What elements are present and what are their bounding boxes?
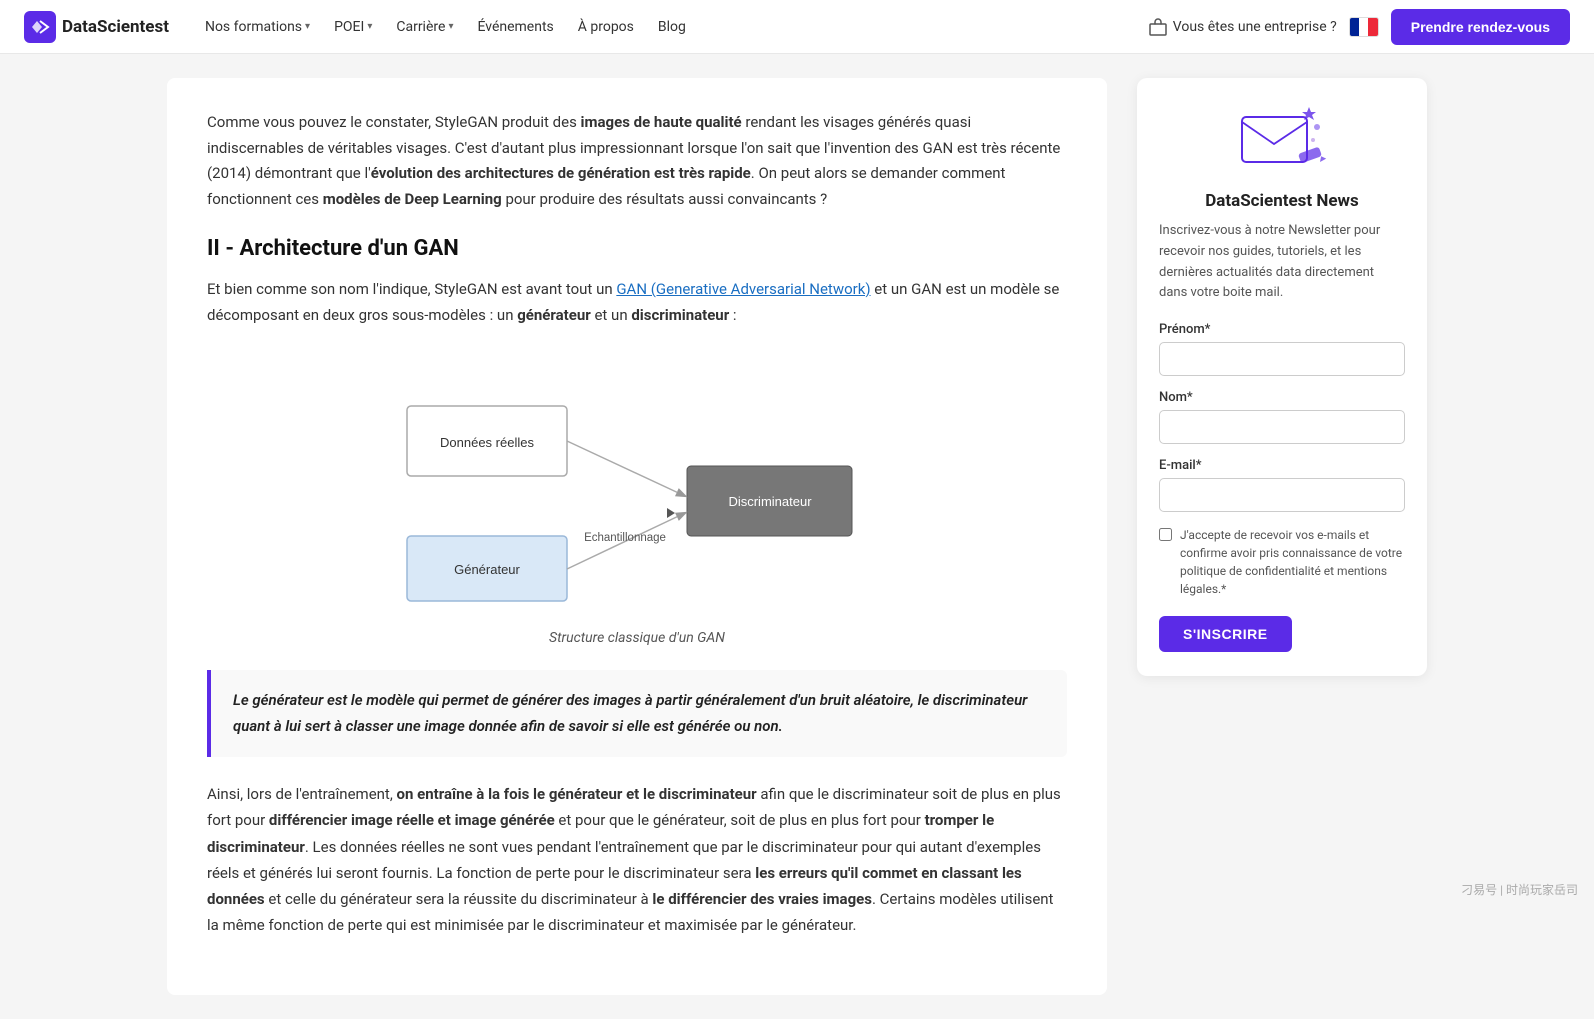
- chevron-down-icon: ▾: [367, 21, 372, 32]
- chevron-down-icon: ▾: [305, 21, 310, 32]
- prenom-group: Prénom*: [1159, 322, 1405, 376]
- logo-icon: [24, 11, 56, 43]
- bold-differencier-vraies: le différencier des vraies images: [652, 890, 872, 908]
- svg-text:Données réelles: Données réelles: [440, 435, 534, 450]
- nav-item-formations[interactable]: Nos formations ▾: [195, 13, 320, 41]
- nom-group: Nom*: [1159, 390, 1405, 444]
- sidebar: DataScientest News Inscrivez-vous à notr…: [1137, 78, 1427, 995]
- nom-label: Nom*: [1159, 390, 1405, 405]
- main-content: Comme vous pouvez le constater, StyleGAN…: [167, 78, 1107, 995]
- section2-title: II - Architecture d'un GAN: [207, 236, 1067, 261]
- nav-item-evenements[interactable]: Événements: [467, 13, 563, 41]
- logo-text: DataScientest: [62, 17, 169, 37]
- watermark-text: 刁易号 | 时尚玩家岳司: [1461, 881, 1578, 898]
- nav-item-apropos[interactable]: À propos: [568, 13, 644, 41]
- bold-differencier: différencier image réelle et image génér…: [269, 811, 555, 829]
- gan-link[interactable]: GAN (Generative Adversarial Network): [616, 280, 870, 298]
- enterprise-icon: [1149, 18, 1167, 36]
- intro-paragraph: Comme vous pouvez le constater, StyleGAN…: [207, 110, 1067, 212]
- gan-diagram: Données réelles Générateur Discriminateu…: [377, 356, 897, 616]
- bold-discriminateur: discriminateur: [631, 306, 729, 324]
- consent-checkbox[interactable]: [1159, 528, 1172, 541]
- logo[interactable]: DataScientest: [24, 11, 169, 43]
- enterprise-link[interactable]: Vous êtes une entreprise ?: [1149, 18, 1337, 36]
- svg-text:Générateur: Générateur: [454, 562, 520, 577]
- body-paragraph: Ainsi, lors de l'entraînement, on entraî…: [207, 781, 1067, 939]
- chevron-down-icon: ▾: [448, 21, 453, 32]
- email-input[interactable]: [1159, 478, 1405, 512]
- quote-text: Le générateur est le modèle qui permet d…: [233, 691, 1027, 735]
- diagram-svg-wrapper: Données réelles Générateur Discriminateu…: [377, 356, 897, 620]
- prenom-input[interactable]: [1159, 342, 1405, 376]
- subscribe-button[interactable]: S'INSCRIRE: [1159, 616, 1292, 652]
- email-label: E-mail*: [1159, 458, 1405, 473]
- diagram-caption: Structure classique d'un GAN: [549, 630, 725, 646]
- newsletter-title: DataScientest News: [1159, 191, 1405, 211]
- nav-links: Nos formations ▾ POEI ▾ Carrière ▾ Événe…: [195, 13, 1141, 41]
- bold-entraine: on entraîne à la fois le générateur et l…: [397, 785, 757, 803]
- enterprise-label: Vous êtes une entreprise ?: [1173, 19, 1337, 35]
- consent-label: J'accepte de recevoir vos e-mails et con…: [1180, 526, 1405, 598]
- email-group: E-mail*: [1159, 458, 1405, 512]
- watermark: 刁易号 | 时尚玩家岳司: [1461, 881, 1578, 898]
- consent-row: J'accepte de recevoir vos e-mails et con…: [1159, 526, 1405, 598]
- nav-right: Vous êtes une entreprise ? Prendre rende…: [1149, 9, 1570, 45]
- newsletter-icon: [1237, 102, 1327, 177]
- newsletter-icon-area: [1159, 102, 1405, 177]
- svg-text:Discriminateur: Discriminateur: [728, 494, 812, 509]
- nav-item-blog[interactable]: Blog: [648, 13, 696, 41]
- france-flag[interactable]: [1349, 17, 1379, 37]
- navbar: DataScientest Nos formations ▾ POEI ▾ Ca…: [0, 0, 1594, 54]
- nav-item-carriere[interactable]: Carrière ▾: [386, 13, 463, 41]
- nom-input[interactable]: [1159, 410, 1405, 444]
- bold-evolution: évolution des architectures de génératio…: [371, 164, 751, 182]
- newsletter-card: DataScientest News Inscrivez-vous à notr…: [1137, 78, 1427, 676]
- quote-block: Le générateur est le modèle qui permet d…: [207, 670, 1067, 757]
- page-layout: Comme vous pouvez le constater, StyleGAN…: [147, 54, 1447, 1019]
- bold-generateur: générateur: [517, 306, 591, 324]
- section2-intro: Et bien comme son nom l'indique, StyleGA…: [207, 277, 1067, 328]
- prenom-label: Prénom*: [1159, 322, 1405, 337]
- gan-diagram-container: Données réelles Générateur Discriminateu…: [207, 356, 1067, 646]
- cta-button[interactable]: Prendre rendez-vous: [1391, 9, 1570, 45]
- nav-item-poei[interactable]: POEI ▾: [324, 13, 382, 41]
- bold-images-haute-qualite: images de haute qualité: [581, 113, 742, 131]
- newsletter-description: Inscrivez-vous à notre Newsletter pour r…: [1159, 221, 1405, 304]
- svg-text:Echantillonnage: Echantillonnage: [584, 532, 666, 544]
- bold-deep-learning: modèles de Deep Learning: [323, 190, 502, 208]
